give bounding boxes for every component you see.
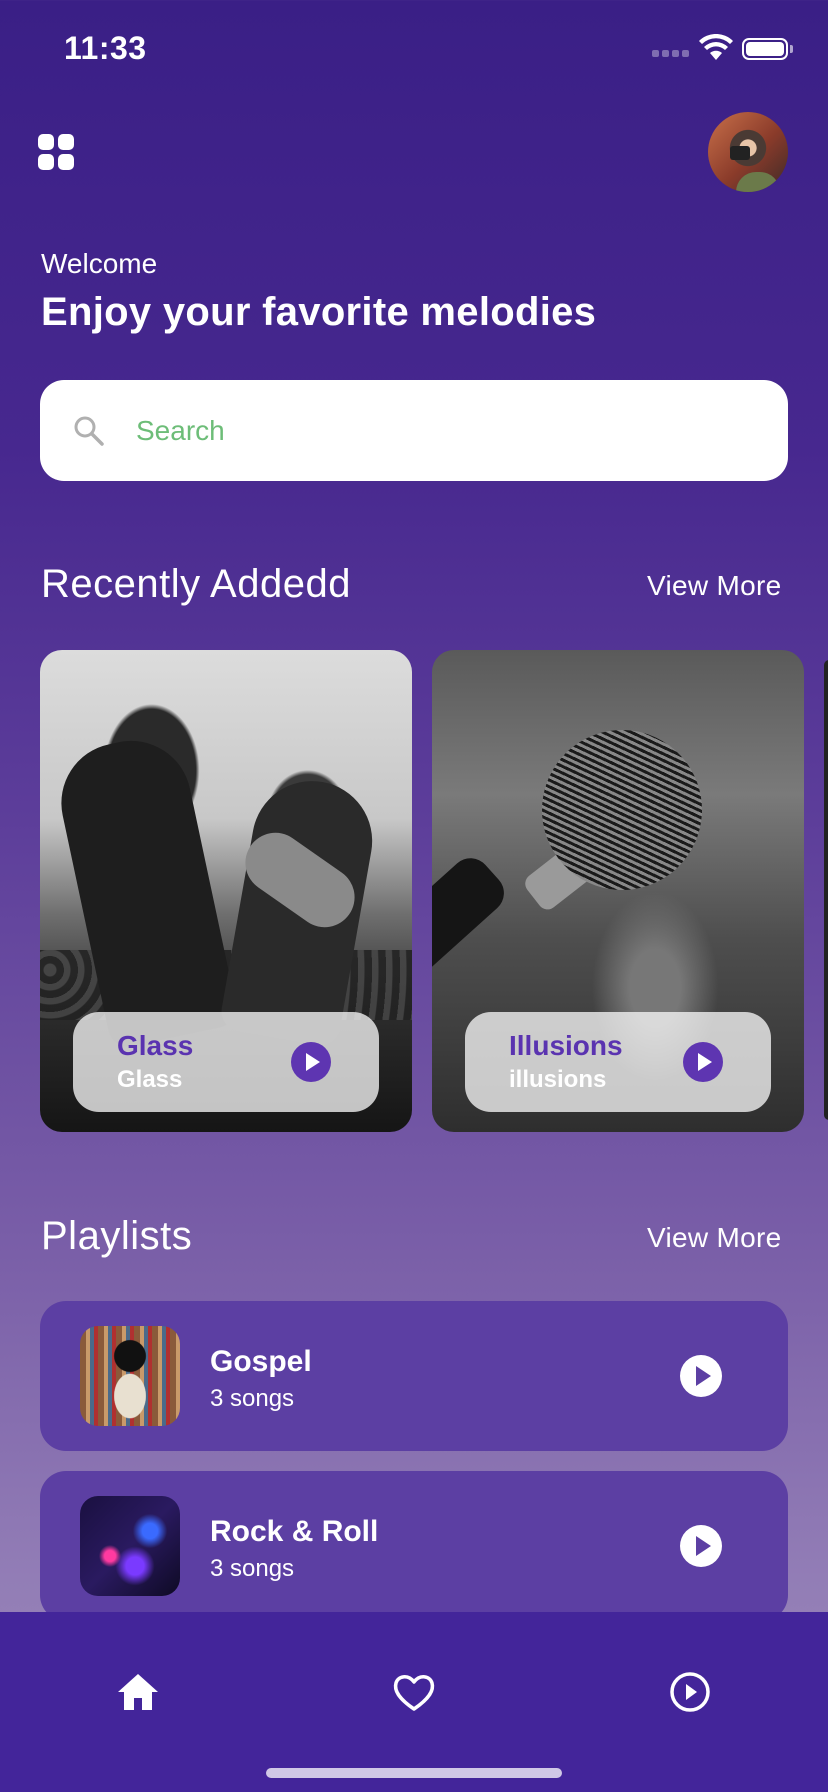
song-subtitle: Glass: [117, 1066, 183, 1093]
battery-icon: [742, 38, 788, 60]
camera-detail: [730, 146, 750, 160]
song-card-info: Illusions illusions: [465, 1012, 771, 1112]
welcome-label: Welcome: [41, 248, 158, 279]
grid-menu-icon[interactable]: [38, 134, 74, 170]
playlist-thumbnail: [80, 1496, 180, 1596]
play-icon[interactable]: [683, 1042, 723, 1082]
recent-view-more-link[interactable]: View More: [647, 570, 781, 602]
home-indicator: [266, 1768, 562, 1778]
battery-tip: [790, 45, 793, 53]
play-icon[interactable]: [680, 1355, 722, 1397]
song-title: Illusions: [509, 1030, 623, 1061]
playlist-name: Rock & Roll: [210, 1515, 379, 1548]
search-bar[interactable]: [40, 380, 788, 481]
song-subtitle: illusions: [509, 1066, 607, 1093]
search-icon: [74, 416, 104, 446]
user-avatar[interactable]: [708, 112, 788, 192]
wifi-icon: [699, 34, 733, 60]
playlists-view-more-link[interactable]: View More: [647, 1222, 781, 1254]
next-card-peek[interactable]: [824, 660, 828, 1120]
search-input[interactable]: [136, 380, 756, 481]
card-image-mic-body: [432, 850, 513, 1029]
cellular-signal-icon: [652, 50, 692, 60]
bottom-nav: [0, 1612, 828, 1792]
playlist-name: Gospel: [210, 1345, 312, 1378]
playlist-song-count: 3 songs: [210, 1385, 295, 1412]
home-icon[interactable]: [108, 1662, 168, 1722]
play-circle-icon[interactable]: [660, 1662, 720, 1722]
heart-icon[interactable]: [384, 1662, 444, 1722]
playlist-row[interactable]: Rock & Roll 3 songs: [40, 1471, 788, 1621]
page-headline: Enjoy your favorite melodies: [41, 290, 597, 334]
playlists-title: Playlists: [41, 1214, 193, 1258]
avatar-shirt: [736, 172, 780, 192]
playlist-song-count: 3 songs: [210, 1555, 295, 1582]
song-card-illusions[interactable]: Illusions illusions: [432, 650, 804, 1132]
song-card-info: Glass Glass: [73, 1012, 379, 1112]
playlist-thumbnail: [80, 1326, 180, 1426]
recently-added-title: Recently Addedd: [41, 562, 351, 606]
song-title: Glass: [117, 1030, 194, 1061]
status-time: 11:33: [64, 30, 147, 66]
play-icon[interactable]: [680, 1525, 722, 1567]
song-card-glass[interactable]: Glass Glass: [40, 650, 412, 1132]
play-icon[interactable]: [291, 1042, 331, 1082]
playlist-row[interactable]: Gospel 3 songs: [40, 1301, 788, 1451]
